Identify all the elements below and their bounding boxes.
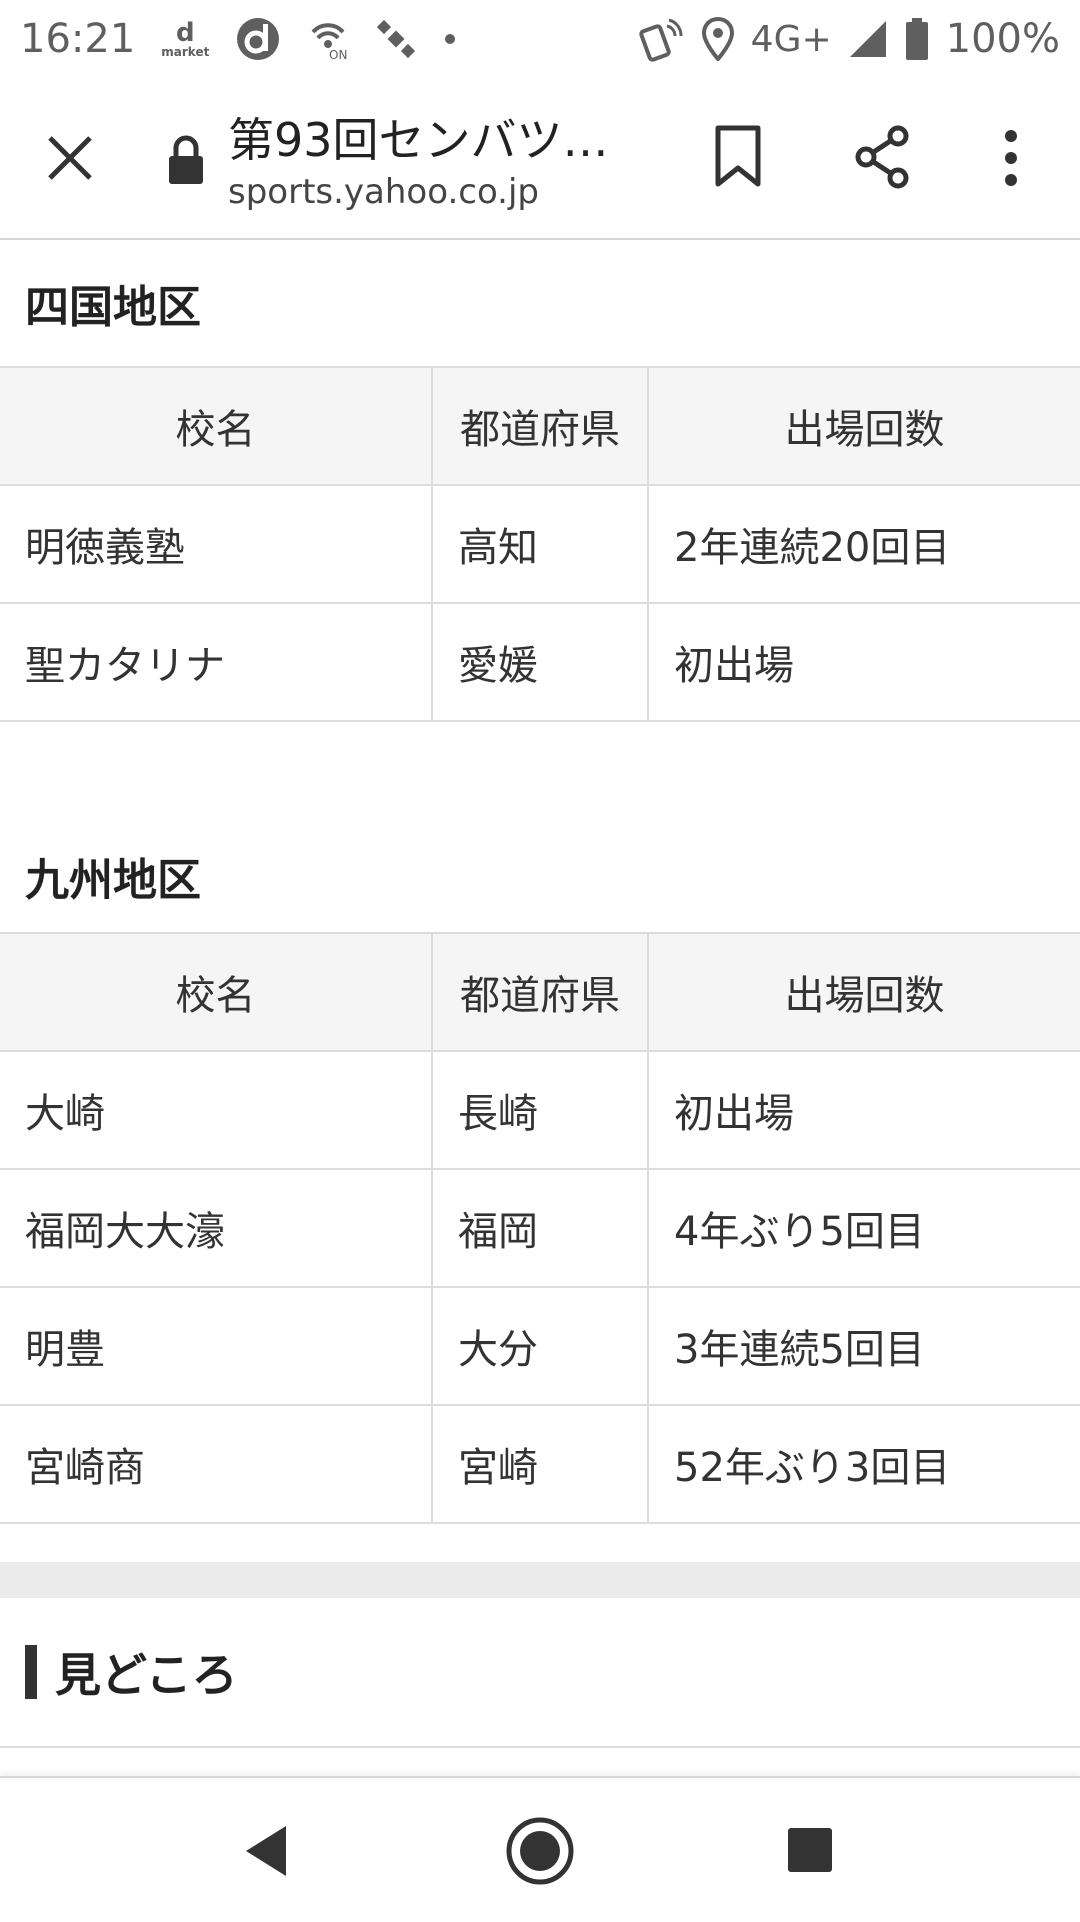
network-label: 4G+ <box>750 18 832 60</box>
location-icon <box>701 17 735 61</box>
satellite-icon <box>375 18 417 60</box>
heading-accent-bar <box>25 1645 37 1699</box>
cell-appearances: 52年ぶり3回目 <box>647 1404 1080 1524</box>
header-school: 校名 <box>0 932 433 1052</box>
kyushu-table: 校名 都道府県 出場回数 大崎 長崎 初出場 福岡大大濠 福岡 4年ぶり5回目 … <box>0 932 1080 1524</box>
more-vert-icon[interactable] <box>990 128 1032 188</box>
cell-prefecture: 大分 <box>431 1286 649 1406</box>
home-icon[interactable] <box>505 1816 575 1886</box>
page-title[interactable]: 第93回センバツ… <box>228 104 618 170</box>
dmarket-letter: d <box>176 18 195 48</box>
page-url[interactable]: sports.yahoo.co.jp <box>228 172 539 212</box>
share-icon[interactable] <box>852 124 912 190</box>
back-icon[interactable] <box>242 1824 290 1878</box>
header-prefecture: 都道府県 <box>431 366 649 486</box>
cell-school: 聖カタリナ <box>0 602 433 722</box>
svg-text:ON: ON <box>329 48 347 60</box>
cell-appearances: 3年連続5回目 <box>647 1286 1080 1406</box>
cell-prefecture: 長崎 <box>431 1050 649 1170</box>
system-nav-bar <box>0 1776 1080 1922</box>
cell-appearances: 初出場 <box>647 1050 1080 1170</box>
cell-appearances: 4年ぶり5回目 <box>647 1168 1080 1288</box>
cell-school: 明豊 <box>0 1286 433 1406</box>
dmarket-icon: d market <box>161 20 209 58</box>
table-row: 宮崎商 宮崎 52年ぶり3回目 <box>0 1404 1080 1524</box>
cell-prefecture: 愛媛 <box>431 602 649 722</box>
cell-appearances: 初出場 <box>647 602 1080 722</box>
status-bar: 16:21 d market ON 4G+ 100% <box>0 0 1080 78</box>
cell-appearances: 2年連続20回目 <box>647 484 1080 604</box>
dmarket-sub: market <box>161 45 210 59</box>
dot-icon <box>443 32 457 46</box>
status-right: 4G+ 100% <box>638 16 1080 62</box>
table-row: 福岡大大濠 福岡 4年ぶり5回目 <box>0 1168 1080 1288</box>
close-icon[interactable] <box>42 130 98 186</box>
highlight-heading: 見どころ <box>0 1598 1080 1748</box>
section-title-kyushu: 九州地区 <box>25 855 201 906</box>
table-header-row: 校名 都道府県 出場回数 <box>0 932 1080 1052</box>
lock-icon[interactable] <box>166 134 206 186</box>
status-left: 16:21 d market ON <box>0 16 457 62</box>
table-row: 明豊 大分 3年連続5回目 <box>0 1286 1080 1406</box>
wifi-calling-icon: ON <box>307 18 349 60</box>
header-appearances: 出場回数 <box>647 932 1080 1052</box>
nfc-icon <box>638 16 685 62</box>
cell-school: 明徳義塾 <box>0 484 433 604</box>
cell-prefecture: 高知 <box>431 484 649 604</box>
signal-icon <box>848 19 888 59</box>
cell-prefecture: 福岡 <box>431 1168 649 1288</box>
table-row: 明徳義塾 高知 2年連続20回目 <box>0 484 1080 604</box>
section-divider-band <box>0 1562 1080 1598</box>
status-time: 16:21 <box>20 16 136 62</box>
cell-school: 福岡大大濠 <box>0 1168 433 1288</box>
cell-school: 宮崎商 <box>0 1404 433 1524</box>
battery-percent: 100% <box>945 16 1060 62</box>
section-title-shikoku: 四国地区 <box>25 282 201 333</box>
highlight-title: 見どころ <box>55 1648 238 1702</box>
browser-toolbar: 第93回センバツ… sports.yahoo.co.jp <box>0 78 1080 240</box>
d-app-icon <box>235 16 281 62</box>
table-row: 大崎 長崎 初出場 <box>0 1050 1080 1170</box>
shikoku-table: 校名 都道府県 出場回数 明徳義塾 高知 2年連続20回目 聖カタリナ 愛媛 初… <box>0 366 1080 722</box>
header-prefecture: 都道府県 <box>431 932 649 1052</box>
cell-prefecture: 宮崎 <box>431 1404 649 1524</box>
table-header-row: 校名 都道府県 出場回数 <box>0 366 1080 486</box>
table-row: 聖カタリナ 愛媛 初出場 <box>0 602 1080 722</box>
recents-icon[interactable] <box>786 1826 834 1874</box>
header-appearances: 出場回数 <box>647 366 1080 486</box>
header-school: 校名 <box>0 366 433 486</box>
cell-school: 大崎 <box>0 1050 433 1170</box>
battery-icon <box>904 17 930 61</box>
page-content: 四国地区 校名 都道府県 出場回数 明徳義塾 高知 2年連続20回目 聖カタリナ… <box>0 240 1080 1748</box>
bookmark-icon[interactable] <box>712 124 764 190</box>
